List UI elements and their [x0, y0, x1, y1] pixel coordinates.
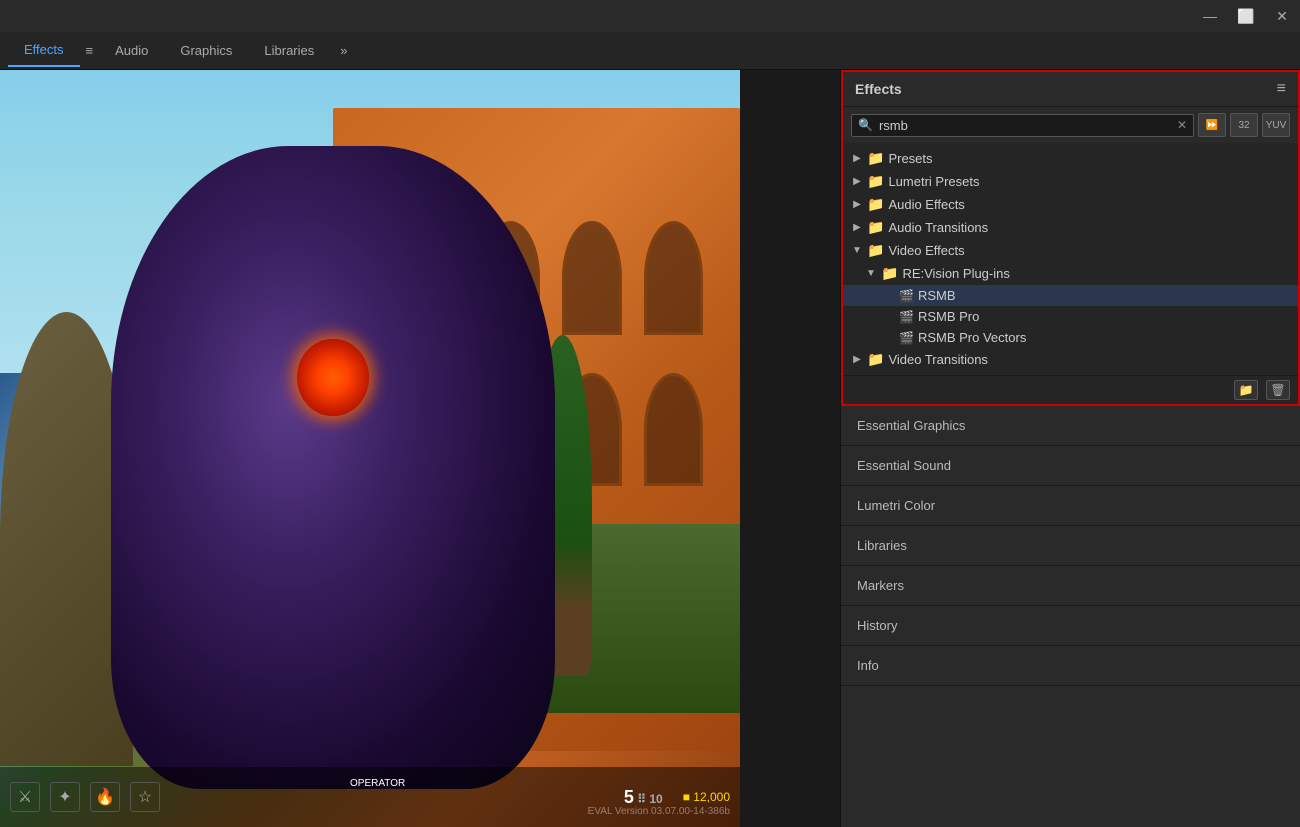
panel-item-history[interactable]: History — [841, 606, 1300, 646]
hud-ammo: 5 ⠿ 10 — [624, 787, 663, 808]
tree-arrow: ▶ — [851, 176, 863, 187]
folder-icon: 📁 — [881, 265, 898, 282]
preview-area: ⚔ ✦ 🔥 ☆ 5 ⠿ 10 ■ 12,000 OPERATOR EVAL Ve… — [0, 70, 840, 827]
tab-audio[interactable]: Audio — [99, 35, 164, 66]
tree-arrow: ▶ — [851, 153, 863, 164]
hud: ⚔ ✦ 🔥 ☆ 5 ⠿ 10 ■ 12,000 — [0, 767, 740, 827]
preview-image: ⚔ ✦ 🔥 ☆ 5 ⠿ 10 ■ 12,000 OPERATOR EVAL Ve… — [0, 70, 740, 827]
effects-panel-title: Effects — [855, 81, 902, 97]
effects-footer: 📁 🗑 — [843, 375, 1298, 404]
right-panel: Effects ≡ 🔍 ✕ ⏩ 32 YUV ▶ 📁 Presets — [840, 70, 1300, 827]
titlebar: — ⬜ ✕ — [0, 0, 1300, 32]
search-box: 🔍 ✕ — [851, 114, 1194, 137]
accelerated-effects-button[interactable]: ⏩ — [1198, 113, 1226, 137]
new-folder-button[interactable]: 📁 — [1234, 380, 1258, 400]
side-panels-list: Essential Graphics Essential Sound Lumet… — [841, 406, 1300, 827]
scene-character — [111, 146, 555, 789]
panel-item-essential-sound[interactable]: Essential Sound — [841, 446, 1300, 486]
panel-item-essential-graphics[interactable]: Essential Graphics — [841, 406, 1300, 446]
effects-menu-button[interactable]: ≡ — [1277, 80, 1286, 98]
minimize-button[interactable]: — — [1200, 8, 1220, 24]
effects-panel: Effects ≡ 🔍 ✕ ⏩ 32 YUV ▶ 📁 Presets — [841, 70, 1300, 406]
yuv-button[interactable]: YUV — [1262, 113, 1290, 137]
tree-item-audio-effects[interactable]: ▶ 📁 Audio Effects — [843, 193, 1298, 216]
hud-icon-2: ✦ — [50, 782, 80, 812]
tab-libraries[interactable]: Libraries — [248, 35, 330, 66]
tab-more-button[interactable]: » — [334, 35, 353, 66]
main-content: ⚔ ✦ 🔥 ☆ 5 ⠿ 10 ■ 12,000 OPERATOR EVAL Ve… — [0, 70, 1300, 827]
tree-arrow: ▼ — [851, 245, 863, 256]
effect-icon: 🎬 — [899, 310, 914, 324]
tree-arrow: ▶ — [851, 199, 863, 210]
search-icon: 🔍 — [858, 118, 873, 132]
effects-tree: ▶ 📁 Presets ▶ 📁 Lumetri Presets ▶ 📁 Audi… — [843, 143, 1298, 375]
tab-graphics[interactable]: Graphics — [164, 35, 248, 66]
maximize-button[interactable]: ⬜ — [1236, 8, 1256, 25]
folder-icon: 📁 — [867, 196, 884, 213]
hud-icon-4: ☆ — [130, 782, 160, 812]
close-button[interactable]: ✕ — [1272, 8, 1292, 25]
effects-toolbar: 🔍 ✕ ⏩ 32 YUV — [843, 107, 1298, 143]
tree-item-rsmb[interactable]: 🎬 RSMB — [843, 285, 1298, 306]
operator-label: OPERATOR — [350, 778, 405, 789]
watermark: EVAL Version 03.07.00-14-386b — [588, 806, 730, 817]
tree-label-video-transitions: Video Transitions — [888, 352, 988, 367]
tree-arrow: ▶ — [851, 222, 863, 233]
tree-item-rsmb-pro-vectors[interactable]: 🎬 RSMB Pro Vectors — [843, 327, 1298, 348]
tab-menu-icon[interactable]: ≡ — [80, 35, 100, 66]
tree-item-video-transitions[interactable]: ▶ 📁 Video Transitions — [843, 348, 1298, 371]
folder-icon: 📁 — [867, 351, 884, 368]
folder-icon: 📁 — [867, 173, 884, 190]
tree-arrow: ▶ — [851, 354, 863, 365]
tree-label-rsmb-pro-vectors: RSMB Pro Vectors — [918, 330, 1026, 345]
tree-item-audio-transitions[interactable]: ▶ 📁 Audio Transitions — [843, 216, 1298, 239]
tree-label-rsmb: RSMB — [918, 288, 956, 303]
tree-item-rsmb-pro[interactable]: 🎬 RSMB Pro — [843, 306, 1298, 327]
tree-item-video-effects[interactable]: ▼ 📁 Video Effects — [843, 239, 1298, 262]
folder-icon: 📁 — [867, 242, 884, 259]
hud-gold: ■ 12,000 — [683, 790, 730, 804]
folder-icon: 📁 — [867, 150, 884, 167]
tree-arrow: ▼ — [865, 268, 877, 279]
tree-item-lumetri-presets[interactable]: ▶ 📁 Lumetri Presets — [843, 170, 1298, 193]
panel-item-libraries[interactable]: Libraries — [841, 526, 1300, 566]
panel-item-lumetri-color[interactable]: Lumetri Color — [841, 486, 1300, 526]
panel-item-markers[interactable]: Markers — [841, 566, 1300, 606]
tree-label-revision-plugins: RE:Vision Plug-ins — [902, 266, 1009, 281]
tree-label: Lumetri Presets — [888, 174, 979, 189]
search-input[interactable] — [879, 118, 1171, 133]
effects-header: Effects ≡ — [843, 72, 1298, 107]
tab-effects[interactable]: Effects — [8, 34, 80, 67]
tree-label: Presets — [888, 151, 932, 166]
tree-label-rsmb-pro: RSMB Pro — [918, 309, 979, 324]
delete-button[interactable]: 🗑 — [1266, 380, 1290, 400]
folder-icon: 📁 — [867, 219, 884, 236]
hud-icon-1: ⚔ — [10, 782, 40, 812]
tree-item-revision-plugins[interactable]: ▼ 📁 RE:Vision Plug-ins — [843, 262, 1298, 285]
effect-icon: 🎬 — [899, 289, 914, 303]
effect-icon: 🎬 — [899, 331, 914, 345]
32bit-button[interactable]: 32 — [1230, 113, 1258, 137]
tree-label-audio-effects: Audio Effects — [888, 197, 964, 212]
tree-label-video-effects: Video Effects — [888, 243, 964, 258]
character-eye — [297, 339, 368, 416]
search-clear-button[interactable]: ✕ — [1177, 118, 1187, 132]
tree-label-audio-transitions: Audio Transitions — [888, 220, 988, 235]
tree-item-presets[interactable]: ▶ 📁 Presets — [843, 147, 1298, 170]
tabbar: Effects ≡ Audio Graphics Libraries » — [0, 32, 1300, 70]
hud-icon-3: 🔥 — [90, 782, 120, 812]
panel-item-info[interactable]: Info — [841, 646, 1300, 686]
